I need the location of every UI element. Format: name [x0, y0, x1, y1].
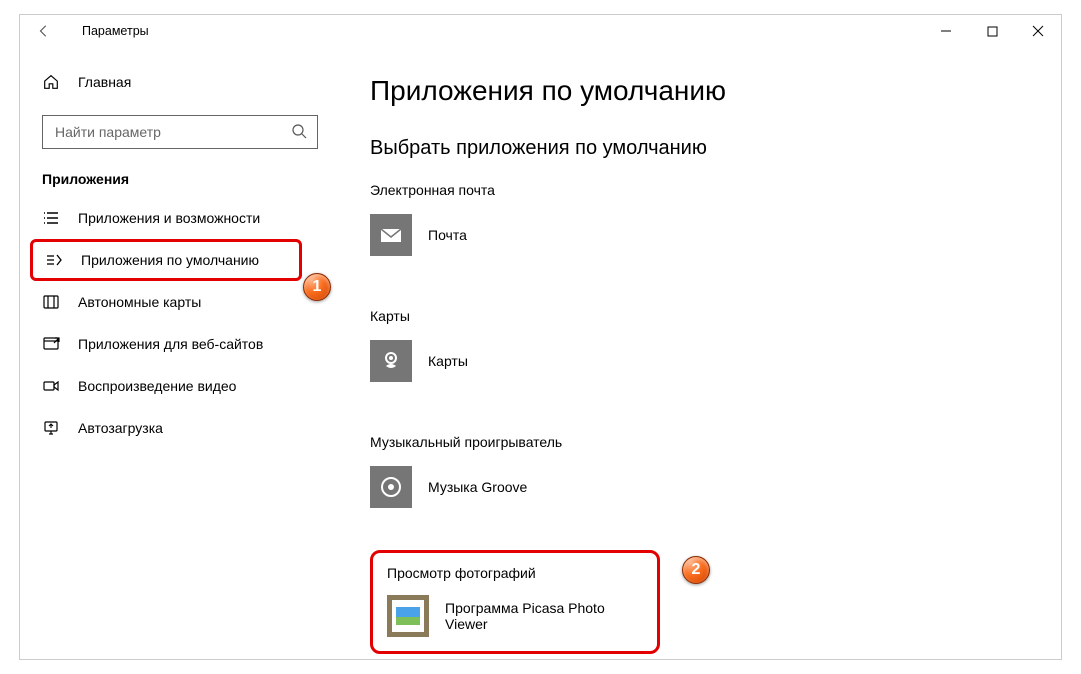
body: Главная Приложения Приложения и возможно… [20, 47, 1061, 659]
category-maps-label: Карты [370, 308, 1031, 324]
home-label: Главная [78, 74, 131, 90]
sidebar-item-offline-maps[interactable]: Автономные карты [20, 281, 340, 323]
mail-app-tile [370, 214, 412, 256]
sidebar-item-apps-features[interactable]: Приложения и возможности [20, 197, 340, 239]
sidebar-item-label: Автозагрузка [78, 420, 163, 436]
default-app-music[interactable]: Музыка Groove [370, 466, 1031, 508]
sidebar-section-header: Приложения [42, 171, 340, 187]
home-nav[interactable]: Главная [20, 63, 340, 101]
music-icon [378, 474, 404, 500]
apps-list-icon [42, 209, 60, 227]
minimize-icon [940, 25, 952, 37]
app-name-label: Программа Picasa Photo Viewer [445, 600, 643, 632]
app-name-label: Почта [428, 227, 467, 243]
sidebar-item-label: Автономные карты [78, 294, 201, 310]
sidebar-item-label: Приложения по умолчанию [81, 252, 259, 268]
sidebar-item-label: Приложения и возможности [78, 210, 260, 226]
offline-maps-icon [42, 293, 60, 311]
groove-app-tile [370, 466, 412, 508]
startup-icon [42, 419, 60, 437]
window-title: Параметры [82, 24, 149, 38]
sidebar-item-label: Воспроизведение видео [78, 378, 236, 394]
maps-icon [378, 348, 404, 374]
sidebar-item-default-apps[interactable]: Приложения по умолчанию [30, 239, 302, 281]
close-icon [1032, 25, 1044, 37]
picasa-icon [392, 600, 424, 632]
titlebar: Параметры [20, 15, 1061, 47]
app-name-label: Карты [428, 353, 468, 369]
search-box[interactable] [42, 115, 318, 149]
settings-window: Параметры Главная [19, 14, 1062, 660]
default-app-photos[interactable]: Программа Picasa Photo Viewer [387, 595, 643, 637]
sidebar-item-startup[interactable]: Автозагрузка [20, 407, 340, 449]
picasa-app-tile [387, 595, 429, 637]
home-icon [42, 73, 60, 91]
maximize-button[interactable] [969, 15, 1015, 47]
close-button[interactable] [1015, 15, 1061, 47]
annotation-badge-2: 2 [682, 556, 710, 584]
category-email-label: Электронная почта [370, 182, 1031, 198]
default-apps-icon [45, 251, 63, 269]
search-icon [291, 123, 307, 142]
sidebar-item-websites-apps[interactable]: Приложения для веб-сайтов [20, 323, 340, 365]
category-photos-callout: Просмотр фотографий Программа Picasa Pho… [370, 550, 660, 654]
window-controls [923, 15, 1061, 47]
arrow-left-icon [37, 24, 51, 38]
category-photos-label: Просмотр фотографий [387, 565, 643, 581]
search-input[interactable] [53, 123, 291, 141]
sidebar-item-label: Приложения для веб-сайтов [78, 336, 263, 352]
web-apps-icon [42, 335, 60, 353]
page-subtitle: Выбрать приложения по умолчанию [370, 137, 1031, 160]
back-button[interactable] [20, 15, 68, 47]
mail-icon [378, 222, 404, 248]
video-icon [42, 377, 60, 395]
annotation-badge-1: 1 [303, 273, 331, 301]
sidebar: Главная Приложения Приложения и возможно… [20, 47, 340, 659]
default-app-maps[interactable]: Карты [370, 340, 1031, 382]
sidebar-item-video-playback[interactable]: Воспроизведение видео [20, 365, 340, 407]
app-name-label: Музыка Groove [428, 479, 527, 495]
maps-app-tile [370, 340, 412, 382]
minimize-button[interactable] [923, 15, 969, 47]
page-title: Приложения по умолчанию [370, 75, 1031, 107]
maximize-icon [987, 26, 998, 37]
default-app-email[interactable]: Почта [370, 214, 1031, 256]
category-music-label: Музыкальный проигрыватель [370, 434, 1031, 450]
